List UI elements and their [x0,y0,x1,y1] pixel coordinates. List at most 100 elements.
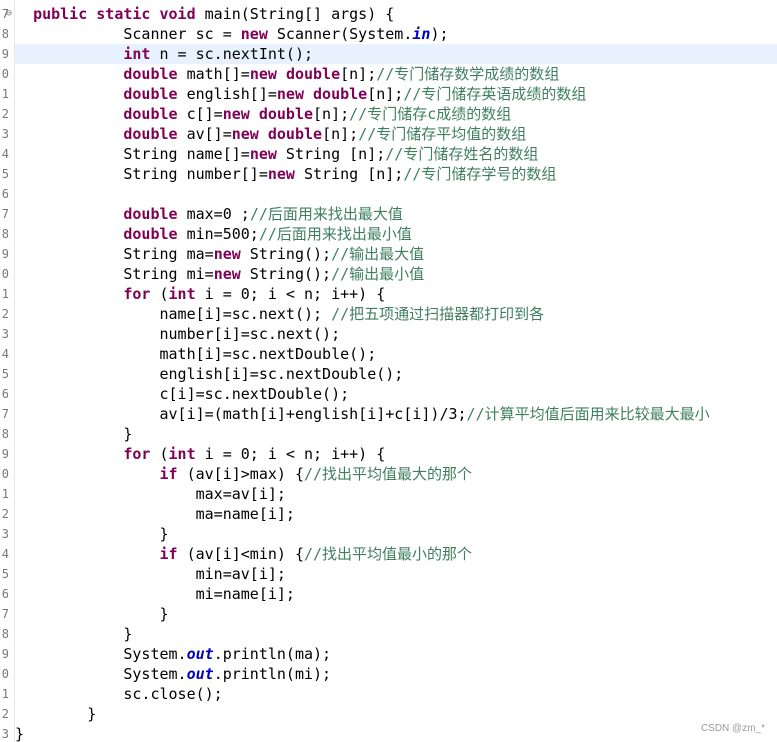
comment-token: //计算平均值后面用来比较最大最小 [466,405,710,423]
line-number: 5 [1,167,9,181]
code-line[interactable]: 8 } [2,424,777,444]
code-text: double math[]=new double[n];//专门储存数学成绩的数… [15,64,559,84]
code-token: ); [430,25,449,43]
code-token: max=0 ; [177,205,250,223]
code-text: String name[]=new String [n];//专门储存姓名的数组 [15,144,538,164]
code-line[interactable]: 0 System.out.println(mi); [2,664,777,684]
code-text: av[i]=(math[i]+english[i]+c[i])/3;//计算平均… [15,404,710,424]
code-line[interactable]: 6 mi=name[i]; [2,584,777,604]
code-token: main(String[] args) { [195,5,395,23]
code-line[interactable]: 7 double max=0 ;//后面用来找出最大值 [2,204,777,224]
code-line[interactable]: 7 av[i]=(math[i]+english[i]+c[i])/3;//计算… [2,404,777,424]
code-token: String(); [240,265,332,283]
code-token: String ma= [123,245,214,263]
code-line[interactable]: 2 name[i]=sc.next(); //把五项通过扫描器都打印到各 [2,304,777,324]
code-token: String name[]= [123,145,250,163]
code-line[interactable]: 9 String ma=new String();//输出最大值 [2,244,777,264]
keyword-token: void [159,5,196,23]
code-line[interactable]: 3 double av[]=new double[n];//专门储存平均值的数组 [2,124,777,144]
comment-token: //专门储存姓名的数组 [385,145,539,163]
code-line[interactable]: 9 System.out.println(ma); [2,644,777,664]
code-token: System. [123,665,187,683]
code-token: } [159,525,169,543]
code-line[interactable]: 1 max=av[i]; [2,484,777,504]
comment-token: //后面用来找出最大值 [249,205,403,223]
code-line[interactable]: 1 for (int i = 0; i < n; i++) { [2,284,777,304]
code-line[interactable]: 1 double english[]=new double[n];//专门储存英… [2,84,777,104]
code-text: name[i]=sc.next(); //把五项通过扫描器都打印到各 [15,304,545,324]
line-number: 2 [1,707,9,721]
line-number: 1 [1,87,9,101]
code-line[interactable]: 6 c[i]=sc.nextDouble(); [2,384,777,404]
code-token: math[i]=sc.nextDouble(); [159,345,377,363]
code-text: double max=0 ;//后面用来找出最大值 [15,204,403,224]
keyword-token: for [123,445,151,463]
code-text: english[i]=sc.nextDouble(); [15,364,404,384]
line-number: 3 [1,527,9,541]
code-line[interactable]: 0 String mi=new String();//输出最小值 [2,264,777,284]
code-line[interactable]: 2 double c[]=new double[n];//专门储存c成绩的数组 [2,104,777,124]
code-token: min=500; [177,225,259,243]
comment-token: //专门储存平均值的数组 [358,125,527,143]
code-line[interactable]: 4 String name[]=new String [n];//专门储存姓名的… [2,144,777,164]
code-line[interactable]: 3} [2,724,777,742]
line-number: 2 [1,507,9,521]
code-line[interactable]: 5 min=av[i]; [2,564,777,584]
code-line[interactable]: 8 } [2,624,777,644]
code-line[interactable]: 0 double math[]=new double[n];//专门储存数学成绩… [2,64,777,84]
code-token: String [n]; [276,145,386,163]
code-token: min=av[i]; [195,565,286,583]
code-token: String number[]= [123,165,268,183]
code-line[interactable]: 0 if (av[i]>max) {//找出平均值最大的那个 [2,464,777,484]
code-line[interactable]: 1 sc.close(); [2,684,777,704]
code-line[interactable]: 4 if (av[i]<min) {//找出平均值最小的那个 [2,544,777,564]
code-area[interactable]: 7 ⊖ public static void main(String[] args… [2,4,777,742]
comment-token: //把五项通过扫描器都打印到各 [331,305,545,323]
code-line[interactable]: 9 int n = sc.nextInt(); [2,44,777,64]
code-line[interactable]: 5 String number[]=new String [n];//专门储存学… [2,164,777,184]
keyword-token: new [276,85,304,103]
code-line[interactable]: 2 } [2,704,777,724]
code-line[interactable]: 5 english[i]=sc.nextDouble(); [2,364,777,384]
code-line[interactable]: 4 math[i]=sc.nextDouble(); [2,344,777,364]
code-line[interactable]: 7 ⊖ public static void main(String[] args… [2,4,777,24]
code-line[interactable]: 9 for (int i = 0; i < n; i++) { [2,444,777,464]
keyword-token: new [213,245,241,263]
code-line[interactable]: 8 double min=500;//后面用来找出最小值 [2,224,777,244]
code-token: [n]; [340,65,377,83]
line-number: 8 [1,627,9,641]
fold-toggle-icon[interactable]: ⊖ [6,4,12,24]
keyword-token: for [123,285,151,303]
code-line[interactable]: 2 ma=name[i]; [2,504,777,524]
code-text: } [15,724,24,742]
code-token: System. [123,645,187,663]
code-text: min=av[i]; [15,564,286,584]
code-line[interactable]: 6 [2,184,777,204]
code-line[interactable]: 8 Scanner sc = new Scanner(System.in); [2,24,777,44]
code-text: max=av[i]; [15,484,286,504]
code-line[interactable]: 3 } [2,524,777,544]
code-token: ( [150,285,169,303]
line-number: 2 [1,107,9,121]
code-editor[interactable]: 7 ⊖ public static void main(String[] args… [0,0,777,742]
keyword-token: int [168,445,196,463]
code-line[interactable]: 7 } [2,604,777,624]
code-line[interactable]: 3 number[i]=sc.next(); [2,324,777,344]
